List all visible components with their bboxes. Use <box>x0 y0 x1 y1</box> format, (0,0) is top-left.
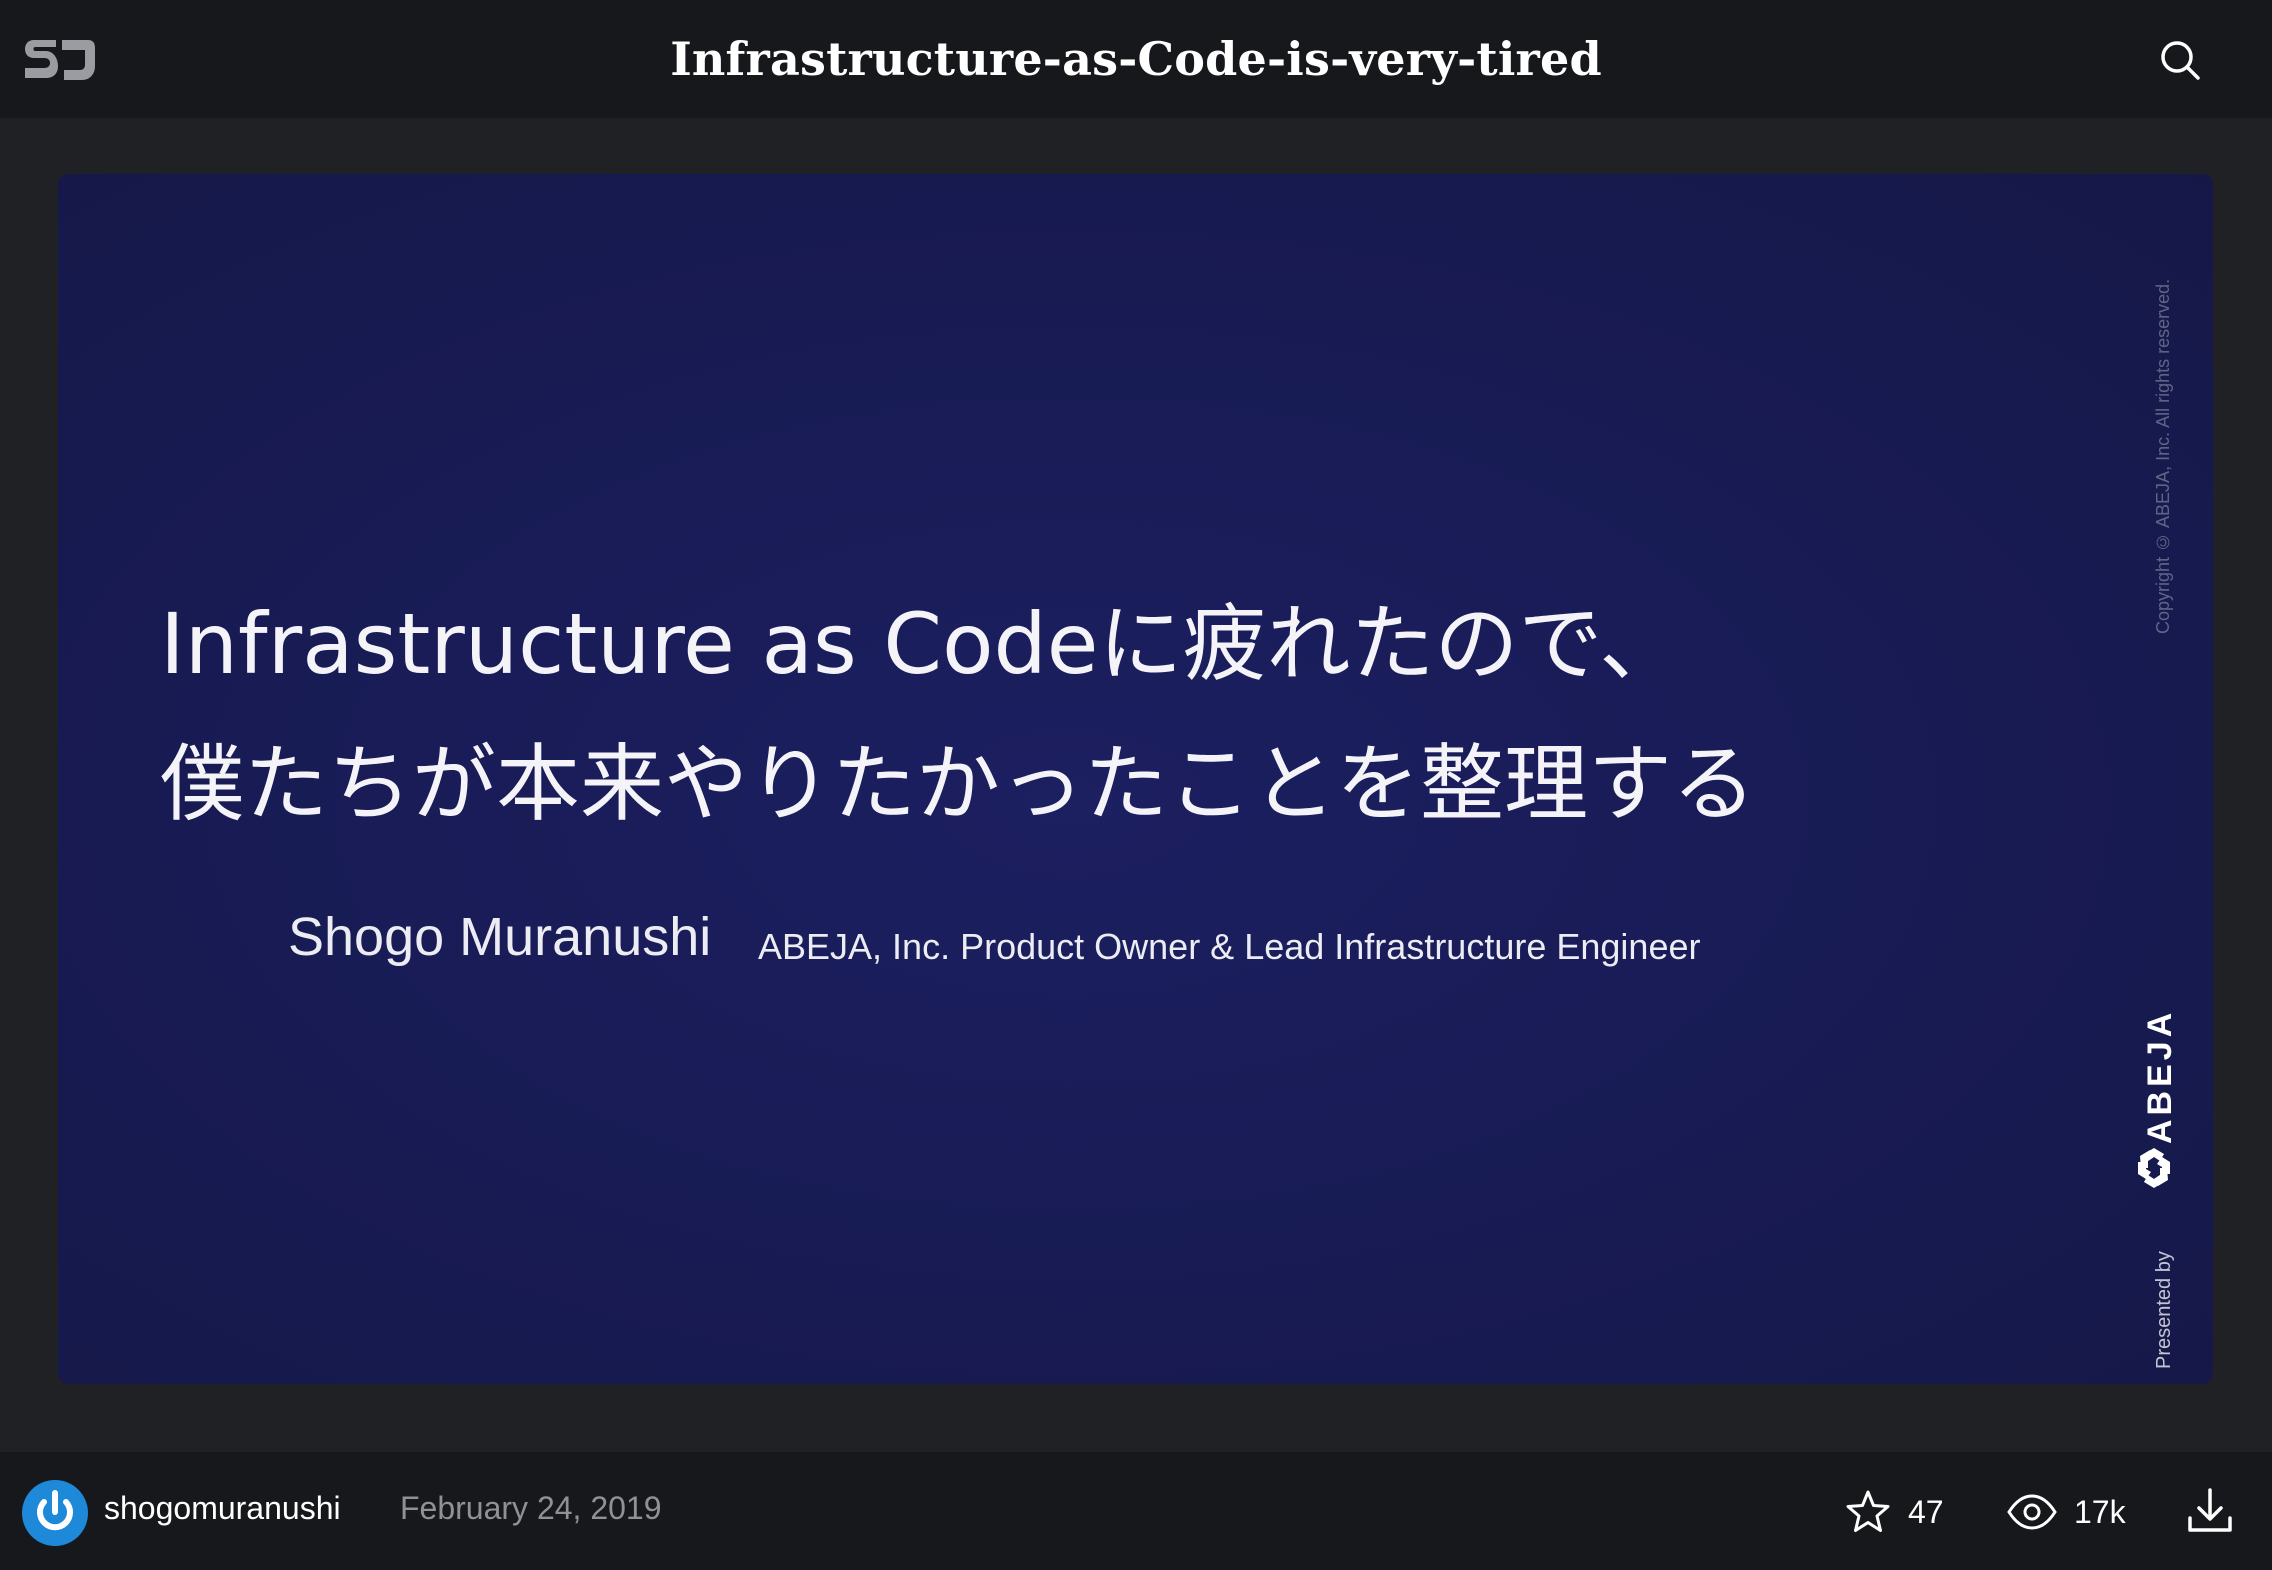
download-icon <box>2188 1488 2232 1532</box>
view-count: 17k <box>2074 1493 2126 1530</box>
speakerdeck-logo-icon[interactable] <box>22 36 98 84</box>
slide-viewer[interactable]: Infrastructure as Codeに疲れたので、 僕たちが本来やりたか… <box>58 174 2213 1384</box>
slide-author-role: ABEJA, Inc. Product Owner & Lead Infrast… <box>758 926 1701 967</box>
username-link[interactable]: shogomuranushi <box>104 1490 341 1527</box>
slide-title-line-1: Infrastructure as Codeに疲れたので、 <box>160 595 1684 693</box>
slide-title-line-2: 僕たちが本来やりたかったことを整理する <box>160 735 1757 833</box>
eye-icon <box>2007 1494 2057 1530</box>
star-icon <box>1846 1490 1890 1532</box>
star-button[interactable]: 47 <box>1844 1484 1944 1540</box>
slide-title: Infrastructure as Codeに疲れたので、 僕たちが本来やりたか… <box>160 574 2120 854</box>
power-icon <box>25 1483 85 1543</box>
abeja-brand-text: ABEJA <box>2141 1008 2179 1144</box>
page-title: Infrastructure-as-Code-is-very-tired <box>670 32 1602 86</box>
download-button[interactable] <box>2182 1482 2238 1538</box>
slide-copyright: Copyright © ABEJA, Inc. All rights reser… <box>2153 278 2173 634</box>
views-stat: 17k <box>2006 1484 2126 1540</box>
top-bar: Infrastructure-as-Code-is-very-tired <box>0 0 2272 118</box>
star-count: 47 <box>1908 1493 1944 1530</box>
search-icon[interactable] <box>2158 38 2202 82</box>
abeja-logo-icon <box>2130 1144 2178 1192</box>
publish-date: February 24, 2019 <box>400 1490 662 1526</box>
presented-by-label: Presented by <box>2153 1251 2175 1369</box>
avatar[interactable] <box>22 1480 88 1546</box>
slide-author: Shogo Muranushi <box>288 907 712 967</box>
